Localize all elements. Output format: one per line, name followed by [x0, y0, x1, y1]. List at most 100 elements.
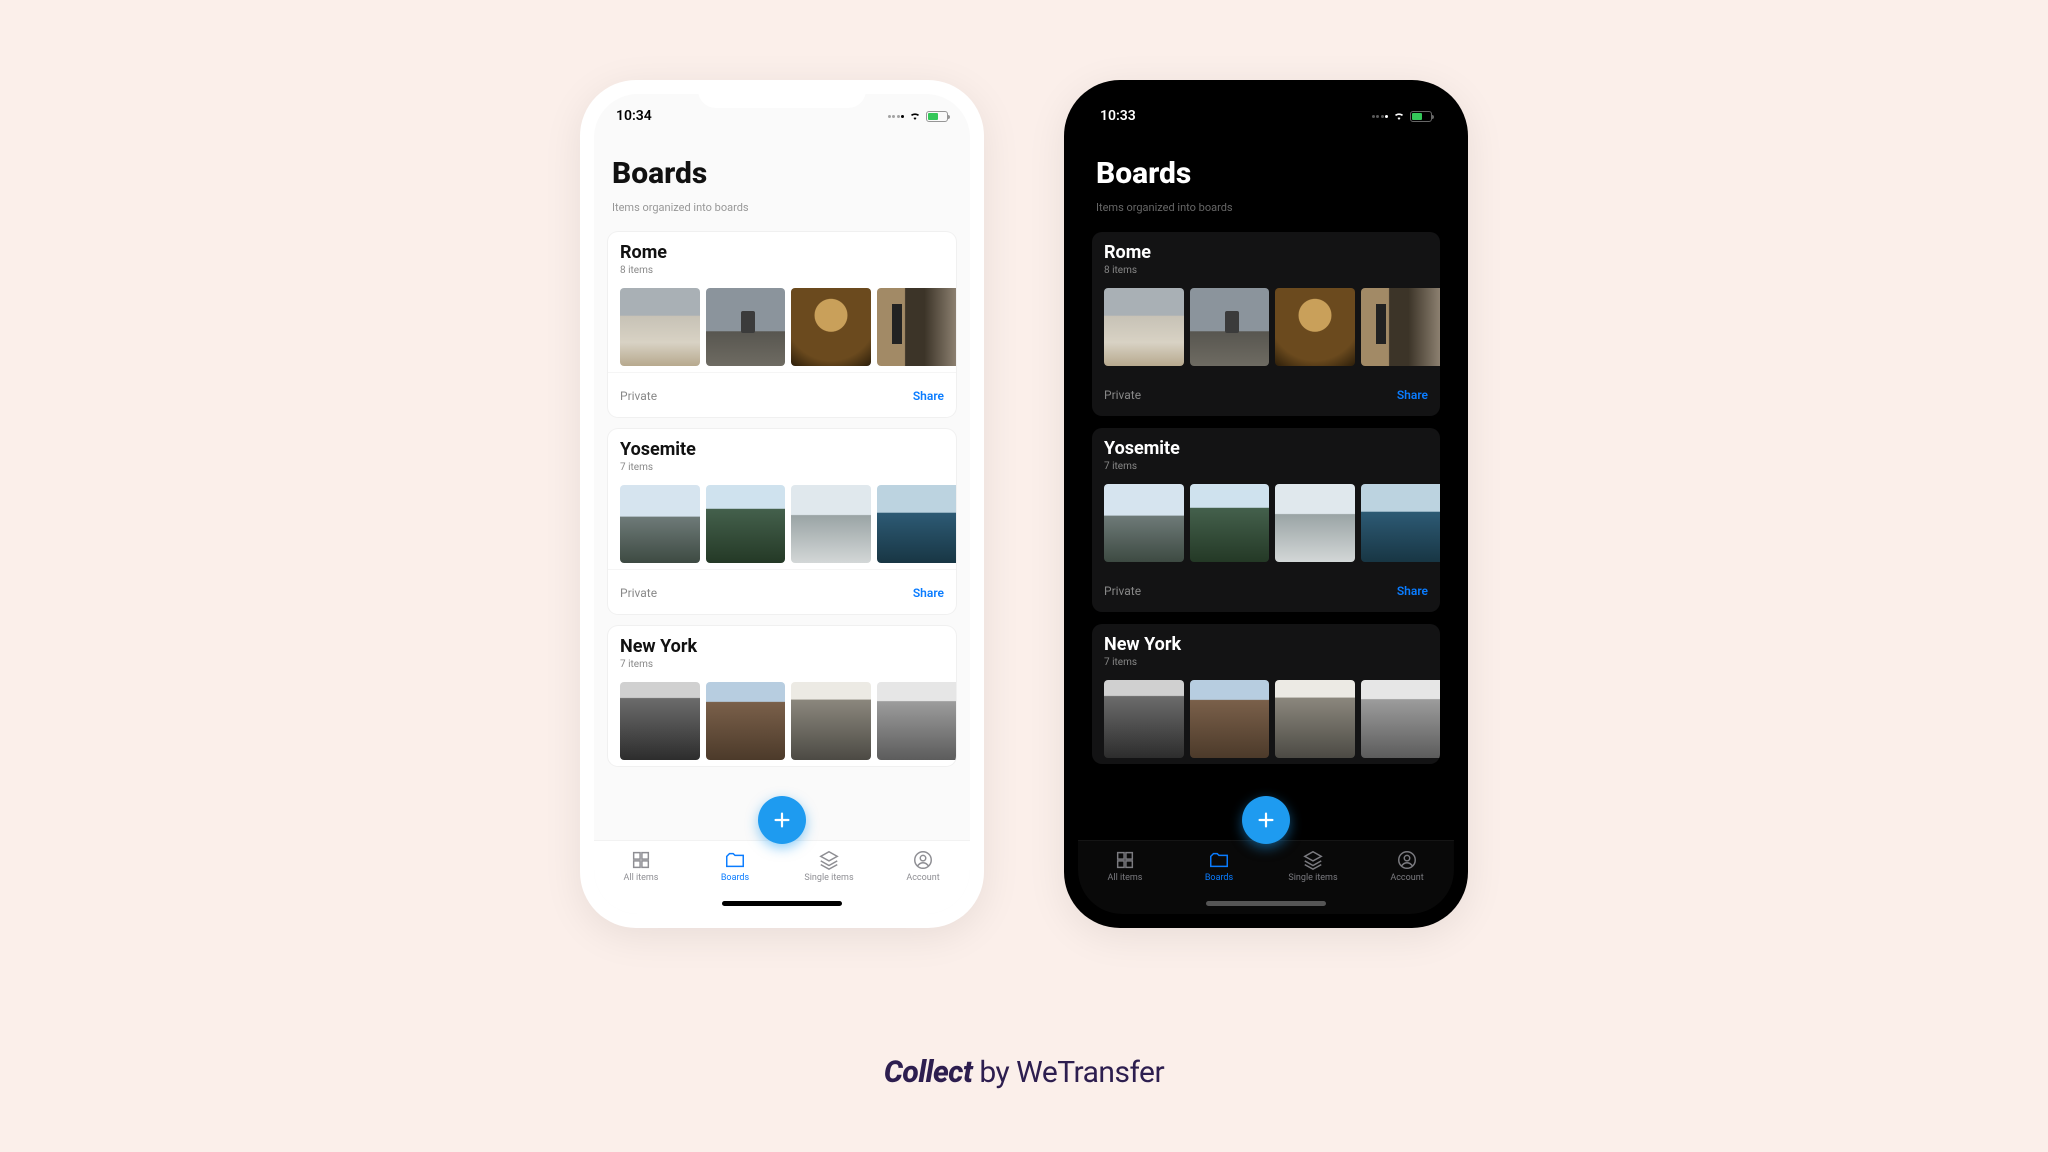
board-icon: [1208, 849, 1230, 871]
thumb[interactable]: [1275, 484, 1355, 562]
tab-single-items[interactable]: Single items: [1276, 849, 1350, 883]
cellular-icon: [1372, 115, 1389, 118]
board-name: New York: [1104, 634, 1428, 655]
board-card-rome[interactable]: Rome 8 items Private Share: [608, 232, 956, 417]
thumb[interactable]: [877, 485, 957, 563]
page-title: Boards: [612, 156, 952, 191]
tab-all-items[interactable]: All items: [1088, 849, 1162, 883]
tab-label: All items: [1108, 873, 1143, 883]
board-count: 7 items: [620, 659, 944, 670]
board-thumbs: [1092, 674, 1440, 764]
tab-all-items[interactable]: All items: [604, 849, 678, 883]
tab-boards[interactable]: Boards: [1182, 849, 1256, 883]
share-button[interactable]: Share: [1397, 584, 1428, 598]
battery-icon: [1410, 111, 1432, 122]
board-card-yosemite[interactable]: Yosemite 7 items Private Share: [1092, 428, 1440, 612]
home-indicator[interactable]: [722, 901, 842, 906]
tab-boards[interactable]: Boards: [698, 849, 772, 883]
board-name: Rome: [1104, 242, 1428, 263]
thumb[interactable]: [791, 288, 871, 366]
thumb[interactable]: [706, 682, 786, 760]
thumb[interactable]: [706, 288, 786, 366]
plus-icon: [1255, 809, 1277, 831]
page-subtitle: Items organized into boards: [612, 201, 952, 214]
thumb[interactable]: [1190, 484, 1270, 562]
share-button[interactable]: Share: [913, 586, 944, 600]
status-right: [1372, 110, 1433, 122]
share-button[interactable]: Share: [1397, 388, 1428, 402]
battery-icon: [926, 111, 948, 122]
status-time: 10:33: [1100, 108, 1136, 124]
share-button[interactable]: Share: [913, 389, 944, 403]
board-card-rome[interactable]: Rome 8 items Private Share: [1092, 232, 1440, 416]
branding: Collect by WeTransfer: [884, 1055, 1164, 1090]
tab-account[interactable]: Account: [1370, 849, 1444, 883]
board-card-newyork[interactable]: New York 7 items: [1092, 624, 1440, 764]
screen: 10:34 Boards Items organized into boards…: [594, 94, 970, 914]
cellular-icon: [888, 115, 905, 118]
home-indicator[interactable]: [1206, 901, 1326, 906]
board-thumbs: [608, 282, 956, 372]
add-button[interactable]: [1242, 796, 1290, 844]
boards-list[interactable]: Rome 8 items Private Share: [1078, 220, 1454, 840]
notch: [1182, 80, 1350, 108]
brand-byline: by WeTransfer: [972, 1055, 1164, 1090]
thumb[interactable]: [1275, 680, 1355, 758]
brand-name: Collect: [884, 1055, 973, 1090]
board-name: Yosemite: [1104, 438, 1428, 459]
board-card-newyork[interactable]: New York 7 items: [608, 626, 956, 766]
tab-label: Single items: [804, 873, 853, 883]
thumb[interactable]: [1361, 680, 1441, 758]
board-thumbs: [1092, 478, 1440, 568]
tab-label: Boards: [1205, 873, 1233, 883]
wifi-icon: [1392, 110, 1406, 122]
thumb[interactable]: [877, 288, 957, 366]
thumb[interactable]: [1190, 288, 1270, 366]
account-icon: [912, 849, 934, 871]
thumb[interactable]: [877, 682, 957, 760]
thumb[interactable]: [791, 485, 871, 563]
board-card-yosemite[interactable]: Yosemite 7 items Private Share: [608, 429, 956, 614]
status-right: [888, 110, 949, 122]
board-count: 7 items: [620, 462, 944, 473]
board-name: Rome: [620, 242, 944, 263]
add-button[interactable]: [758, 796, 806, 844]
board-name: Yosemite: [620, 439, 944, 460]
header: Boards Items organized into boards: [1078, 138, 1454, 220]
board-privacy: Private: [620, 389, 657, 403]
board-thumbs: [1092, 282, 1440, 372]
thumb[interactable]: [1275, 288, 1355, 366]
screen: 10:33 Boards Items organized into boards…: [1078, 94, 1454, 914]
phone-dark: 10:33 Boards Items organized into boards…: [1064, 80, 1468, 928]
status-time: 10:34: [616, 108, 652, 124]
thumb[interactable]: [1104, 680, 1184, 758]
boards-list[interactable]: Rome 8 items Private Share: [594, 220, 970, 840]
board-count: 8 items: [1104, 265, 1428, 276]
thumb[interactable]: [1361, 288, 1441, 366]
thumb[interactable]: [1190, 680, 1270, 758]
tab-label: All items: [624, 873, 659, 883]
notch: [698, 80, 866, 108]
tab-account[interactable]: Account: [886, 849, 960, 883]
account-icon: [1396, 849, 1418, 871]
tab-label: Account: [906, 873, 939, 883]
thumb[interactable]: [1104, 288, 1184, 366]
thumb[interactable]: [620, 682, 700, 760]
thumb[interactable]: [791, 682, 871, 760]
thumb[interactable]: [620, 485, 700, 563]
thumb[interactable]: [706, 485, 786, 563]
tab-label: Boards: [721, 873, 749, 883]
thumb[interactable]: [1104, 484, 1184, 562]
header: Boards Items organized into boards: [594, 138, 970, 220]
tab-single-items[interactable]: Single items: [792, 849, 866, 883]
board-privacy: Private: [620, 586, 657, 600]
board-thumbs: [608, 676, 956, 766]
tab-label: Account: [1390, 873, 1423, 883]
thumb[interactable]: [620, 288, 700, 366]
page-subtitle: Items organized into boards: [1096, 201, 1436, 214]
page-title: Boards: [1096, 156, 1436, 191]
board-count: 7 items: [1104, 657, 1428, 668]
grid-icon: [630, 849, 652, 871]
board-privacy: Private: [1104, 584, 1141, 598]
thumb[interactable]: [1361, 484, 1441, 562]
